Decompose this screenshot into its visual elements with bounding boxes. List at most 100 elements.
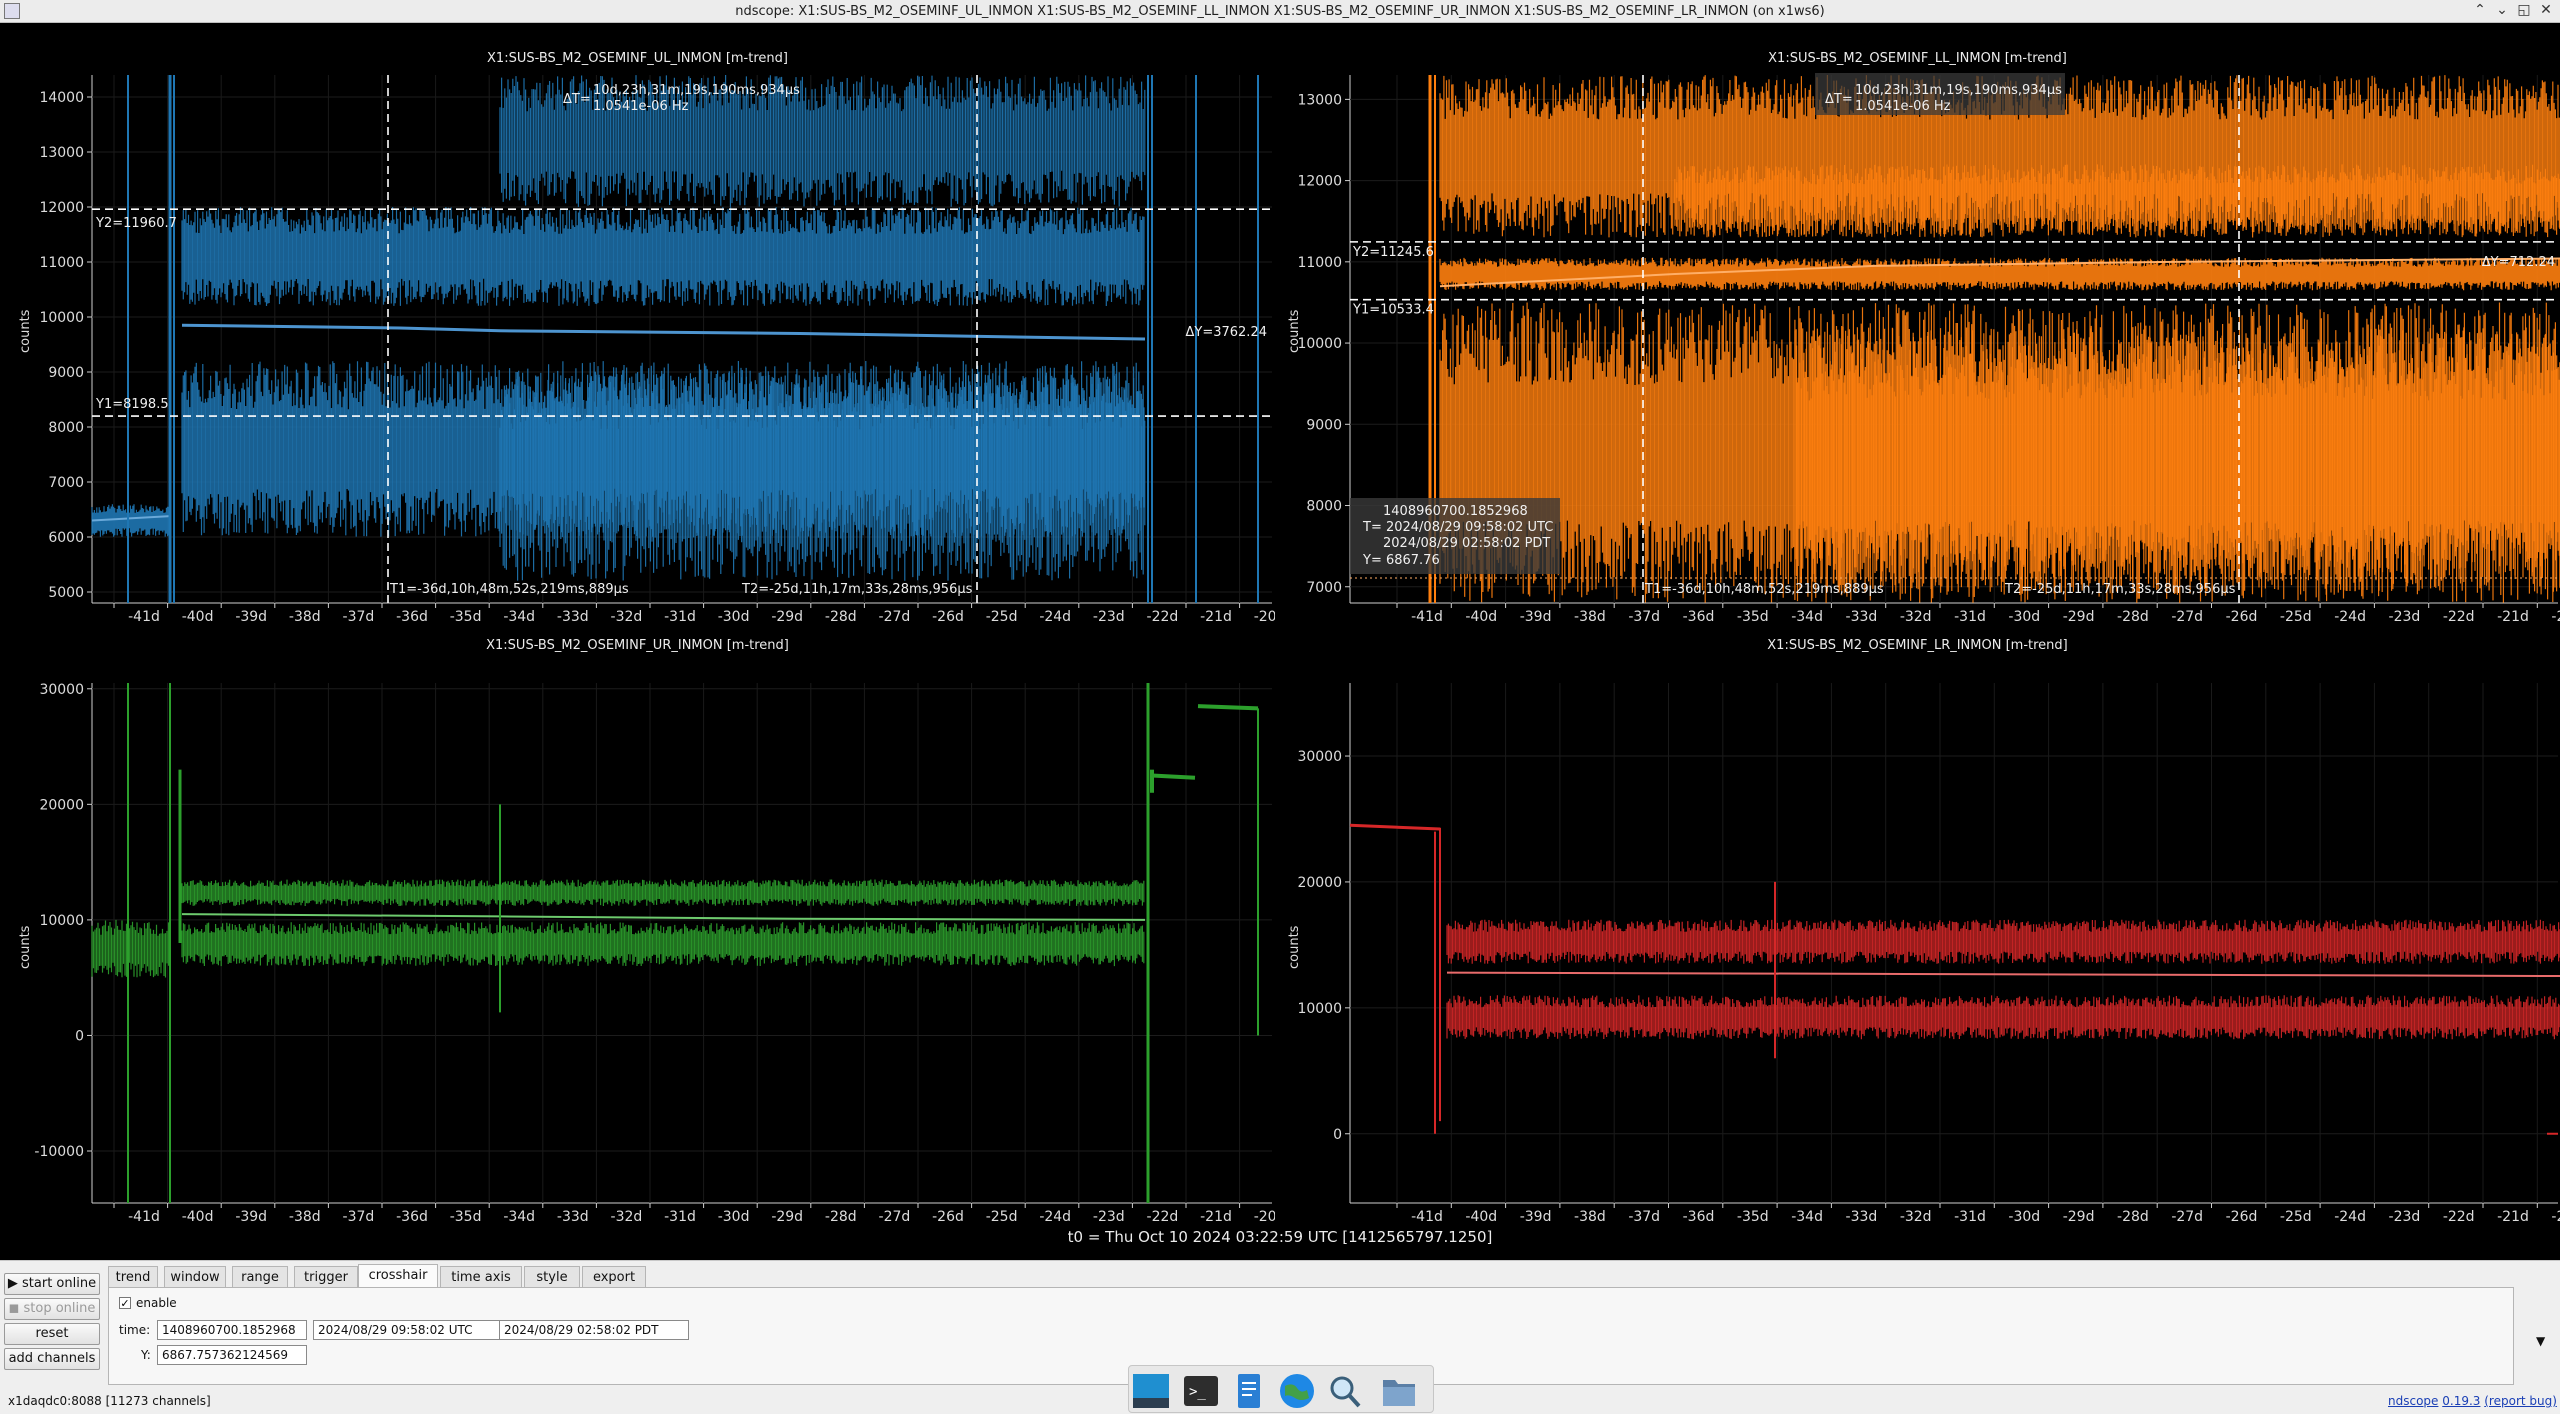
plot-ur[interactable]: X1:SUS-BS_M2_OSEMINF_UR_INMON [m-trend] … bbox=[0, 623, 1275, 1223]
plot-canvas[interactable]: 30000 20000 10000 0 -10000 -41d -40d -39d -38d -3… bbox=[0, 623, 1275, 1223]
y-tick-label: 12000 bbox=[39, 200, 84, 216]
tab-trend[interactable]: trend bbox=[108, 1266, 158, 1288]
plot-ll[interactable]: X1:SUS-BS_M2_OSEMINF_LL_INMON [m-trend] … bbox=[1275, 23, 2560, 623]
crosshair-pdt: 2024/08/29 02:58:02 PDT bbox=[1383, 536, 1550, 551]
delta-t-label: ΔT= bbox=[563, 92, 591, 107]
t2-label: T2=-25d,11h,17m,33s,28ms,956µs bbox=[741, 582, 973, 597]
tab-export[interactable]: export bbox=[582, 1266, 646, 1288]
maximize-button[interactable]: ⌄ bbox=[2494, 2, 2510, 18]
x-tick-label: -31d bbox=[1954, 1209, 1986, 1223]
window-title: ndscope: X1:SUS-BS_M2_OSEMINF_UL_INMON X… bbox=[735, 4, 1825, 19]
x-tick-label: -25d bbox=[986, 609, 1018, 623]
x-tick-label: -29d bbox=[771, 609, 803, 623]
add-channels-button[interactable]: add channels bbox=[4, 1348, 100, 1370]
terminal-icon[interactable]: >_ bbox=[1181, 1372, 1221, 1410]
y1-label: Y1=8198.5 bbox=[95, 397, 169, 412]
x-tick-label: -38d bbox=[289, 609, 321, 623]
y-tick-label: 8000 bbox=[1306, 499, 1342, 515]
x-tick-label: -27d bbox=[2171, 609, 2203, 623]
minimize-button[interactable]: ⌃ bbox=[2472, 2, 2488, 18]
x-tick-label: -21d bbox=[2497, 609, 2529, 623]
plot-ul[interactable]: X1:SUS-BS_M2_OSEMINF_UL_INMON [m-trend] … bbox=[0, 23, 1275, 623]
x-tick-label: -21d bbox=[2497, 1209, 2529, 1223]
x-tick-label: -27d bbox=[879, 1209, 911, 1223]
report-bug-link[interactable]: (report bug) bbox=[2484, 1394, 2557, 1408]
version-link[interactable]: 0.19.3 bbox=[2442, 1394, 2480, 1408]
files-icon[interactable] bbox=[1379, 1372, 1419, 1410]
time-utc-field[interactable]: 2024/08/29 09:58:02 UTC bbox=[313, 1320, 501, 1340]
tab-window[interactable]: window bbox=[164, 1266, 226, 1288]
y-tick-label: 6000 bbox=[48, 530, 84, 546]
close-button[interactable]: ✕ bbox=[2538, 2, 2554, 18]
x-tick-label: -29d bbox=[771, 1209, 803, 1223]
x-tick-label: -37d bbox=[343, 609, 375, 623]
collapse-arrow-icon[interactable]: ▼ bbox=[2536, 1334, 2545, 1348]
taskbar-dock: >_ bbox=[1128, 1365, 1434, 1413]
ndscope-link[interactable]: ndscope bbox=[2388, 1394, 2438, 1408]
plot-area[interactable]: X1:SUS-BS_M2_OSEMINF_UL_INMON [m-trend] … bbox=[0, 23, 2560, 1260]
version-info: ndscope 0.19.3 (report bug) bbox=[2388, 1394, 2557, 1408]
x-tick-label: -28d bbox=[825, 609, 857, 623]
tab-crosshair[interactable]: crosshair bbox=[358, 1264, 438, 1288]
x-tick-label: -38d bbox=[1574, 609, 1606, 623]
plot-canvas[interactable]: 13000 12000 11000 10000 9000 8000 7000 -41d -40d… bbox=[1275, 23, 2560, 623]
x-tick-label: -26d bbox=[932, 1209, 964, 1223]
plot-lr[interactable]: X1:SUS-BS_M2_OSEMINF_LR_INMON [m-trend] … bbox=[1275, 623, 2560, 1223]
search-icon[interactable] bbox=[1325, 1372, 1365, 1410]
browser-icon[interactable] bbox=[1277, 1372, 1317, 1410]
y-tick-label: 14000 bbox=[39, 90, 84, 106]
trace-upper-band bbox=[181, 207, 1145, 306]
x-tick-label: -29d bbox=[2063, 1209, 2095, 1223]
x-tick-label: -33d bbox=[1846, 609, 1878, 623]
y-label: Y: bbox=[141, 1348, 151, 1362]
x-tick-label: -32d bbox=[1900, 1209, 1932, 1223]
tab-trigger[interactable]: trigger bbox=[294, 1266, 358, 1288]
y-tick-label: 10000 bbox=[1297, 1001, 1342, 1017]
y-tick-label: 13000 bbox=[1297, 92, 1342, 108]
plot-canvas[interactable]: 14000 13000 12000 11000 10000 9000 8000 7000 600… bbox=[0, 23, 1275, 623]
crosshair-gps: 1408960700.1852968 bbox=[1383, 504, 1528, 519]
delta-y-label: ΔY=712.24 bbox=[2482, 255, 2555, 270]
x-tick-label: -22d bbox=[1147, 1209, 1179, 1223]
x-tick-label: -21d bbox=[1200, 609, 1232, 623]
x-tick-label: -41d bbox=[128, 1209, 160, 1223]
tab-range[interactable]: range bbox=[232, 1266, 288, 1288]
trace-mean bbox=[181, 913, 1146, 921]
y-tick-label: 7000 bbox=[1306, 580, 1342, 596]
y-value-field[interactable]: 6867.757362124569 bbox=[157, 1345, 307, 1365]
x-tick-label: -32d bbox=[1900, 609, 1932, 623]
delta-y-label: ΔY=3762.24 bbox=[1186, 325, 1268, 340]
trace-mean-band bbox=[1439, 257, 2560, 291]
time-gps-field[interactable]: 1408960700.1852968 bbox=[157, 1320, 307, 1340]
x-tick-label: -34d bbox=[503, 609, 535, 623]
x-tick-label: -40d bbox=[1465, 609, 1497, 623]
x-tick-label: -28d bbox=[825, 1209, 857, 1223]
workspace-icon[interactable] bbox=[1131, 1372, 1171, 1410]
t1-label: T1=-36d,10h,48m,52s,219ms,889µs bbox=[1644, 582, 1884, 597]
x-tick-label: -26d bbox=[2226, 609, 2258, 623]
x-tick-label: -35d bbox=[450, 1209, 482, 1223]
start-online-button[interactable]: ▶ start online bbox=[4, 1273, 100, 1295]
restore-button[interactable]: ◱ bbox=[2516, 2, 2532, 18]
x-tick-label: -39d bbox=[1520, 1209, 1552, 1223]
t2-label: T2=-25d,11h,17m,33s,28ms,956µs bbox=[2004, 582, 2236, 597]
time-pdt-field[interactable]: 2024/08/29 02:58:02 PDT bbox=[499, 1320, 689, 1340]
plot-canvas[interactable]: 30000 20000 10000 0 -41d -40d -39d -38d -37d -36d… bbox=[1275, 623, 2560, 1223]
x-tick-label: -41d bbox=[1411, 1209, 1443, 1223]
x-tick-label: -40d bbox=[1465, 1209, 1497, 1223]
enable-checkbox[interactable]: ✓ bbox=[119, 1297, 131, 1309]
y-tick-label: 10000 bbox=[1297, 336, 1342, 352]
tab-time-axis[interactable]: time axis bbox=[440, 1266, 522, 1288]
x-tick-label: -26d bbox=[932, 609, 964, 623]
text-editor-icon[interactable] bbox=[1229, 1372, 1269, 1410]
t1-label: T1=-36d,10h,48m,52s,219ms,889µs bbox=[389, 582, 629, 597]
stop-online-button[interactable]: ◼ stop online bbox=[4, 1298, 100, 1320]
time-label: time: bbox=[119, 1323, 151, 1337]
x-tick-label: -40d bbox=[182, 1209, 214, 1223]
delta-f-value: 1.0541e-06 Hz bbox=[593, 99, 689, 114]
trace-segment bbox=[1151, 773, 1196, 780]
crosshair-y: Y= 6867.76 bbox=[1362, 553, 1440, 568]
reset-button[interactable]: reset bbox=[4, 1323, 100, 1345]
trace-lower-band bbox=[181, 922, 1145, 967]
tab-style[interactable]: style bbox=[524, 1266, 580, 1288]
